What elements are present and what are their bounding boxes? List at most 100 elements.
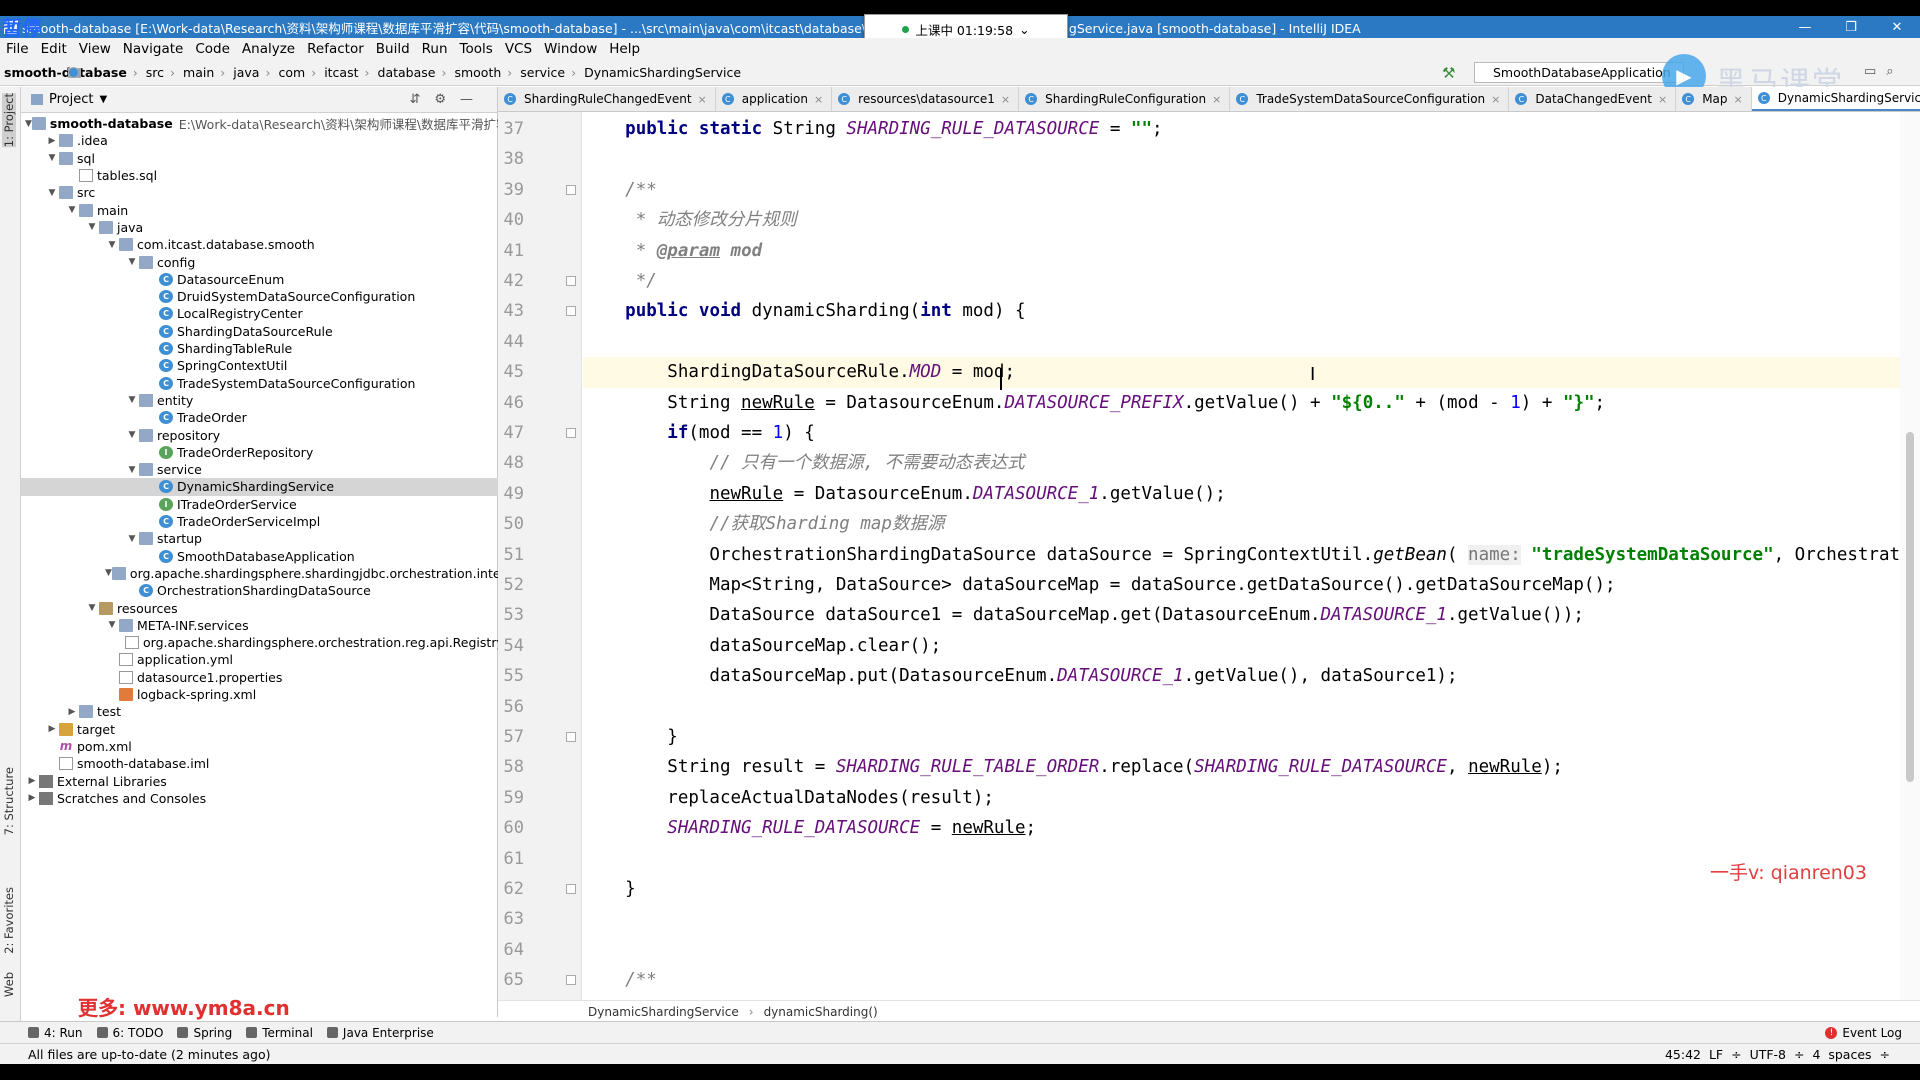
nav-crumb[interactable]: com ›	[68, 65, 320, 80]
tree-item[interactable]: ▶ Scratches and Consoles	[21, 790, 498, 807]
nav-crumb[interactable]: java ›	[68, 65, 274, 80]
code-line[interactable]: public static String SHARDING_RULE_DATAS…	[583, 114, 1162, 144]
expand-arrow-icon[interactable]: ▼	[125, 534, 139, 544]
tab-web[interactable]: Web	[2, 972, 16, 997]
code-line[interactable]: OrchestrationShardingDataSource dataSour…	[583, 540, 1908, 570]
fold-marker-icon[interactable]	[566, 306, 576, 317]
tab-structure[interactable]: 7: Structure	[2, 767, 16, 835]
menu-edit[interactable]: Edit	[35, 41, 73, 57]
nav-crumb[interactable]: smooth ›	[68, 65, 516, 80]
close-tab-icon[interactable]: ×	[1001, 93, 1010, 106]
fold-marker-icon[interactable]	[566, 276, 576, 286]
menu-tools[interactable]: Tools	[454, 41, 499, 57]
editor-tab[interactable]: C ShardingRuleChangedEvent ×	[498, 87, 716, 111]
tree-item[interactable]: ▼ startup	[21, 530, 498, 547]
fold-marker-icon[interactable]	[566, 184, 576, 195]
tree-item[interactable]: C TradeOrderServiceImpl	[21, 513, 498, 530]
expand-arrow-icon[interactable]: ▼	[125, 465, 139, 475]
tree-item[interactable]: ▼ java	[21, 219, 498, 236]
expand-arrow-icon[interactable]: ▼	[45, 188, 59, 198]
project-panel-title[interactable]: Project	[49, 92, 93, 107]
tab-project[interactable]: 1: Project	[2, 93, 16, 148]
nav-crumb[interactable]: service ›	[68, 65, 580, 80]
code-line[interactable]: Map<String, DataSource> dataSourceMap = …	[583, 570, 1615, 600]
tree-item[interactable]: ▼ smooth-database E:\Work-data\Research\资料…	[21, 115, 498, 132]
tree-item[interactable]: I ITradeOrderService	[21, 496, 498, 513]
nav-crumb[interactable]: database ›	[68, 65, 451, 80]
breadcrumb-class[interactable]: DynamicShardingService	[588, 1005, 739, 1019]
tree-item[interactable]: I TradeOrderRepository	[21, 444, 498, 461]
menu-refactor[interactable]: Refactor	[301, 41, 370, 57]
tree-item[interactable]: ▼ org.apache.shardingsphere.shardingjdbc.…	[21, 565, 498, 582]
tree-item[interactable]: application.yml	[21, 651, 498, 668]
run-configuration-select[interactable]: SmoothDatabaseApplication	[1474, 62, 1684, 83]
code-line[interactable]: DataSource dataSource1 = dataSourceMap.g…	[583, 600, 1584, 630]
code-line[interactable]: /**	[583, 965, 657, 995]
tree-item[interactable]: ▶ test	[21, 703, 498, 720]
code-line[interactable]: /**	[583, 175, 657, 205]
close-tab-icon[interactable]: ×	[1734, 93, 1743, 106]
nav-crumb[interactable]: main ›	[68, 65, 229, 80]
tree-item[interactable]: logback-spring.xml	[21, 686, 498, 703]
nav-crumb[interactable]: itcast ›	[68, 65, 373, 80]
code-line[interactable]: String result = SHARDING_RULE_TABLE_ORDE…	[583, 752, 1563, 782]
expand-arrow-icon[interactable]: ▼	[125, 395, 139, 405]
tree-item[interactable]: C SmoothDatabaseApplication	[21, 548, 498, 565]
code-line[interactable]: */	[583, 266, 657, 296]
tool-window--todo[interactable]: 6: TODO	[96, 1026, 163, 1040]
menu-window[interactable]: Window	[538, 41, 603, 57]
line-separator[interactable]: LF ÷	[1709, 1047, 1742, 1062]
menu-file[interactable]: File	[0, 41, 35, 57]
code-line[interactable]: ShardingDataSourceRule.MOD = mod;	[583, 357, 1908, 388]
editor-tab[interactable]: C Map ×	[1676, 87, 1752, 111]
tree-item[interactable]: C TradeSystemDataSourceConfiguration	[21, 375, 498, 392]
close-tab-icon[interactable]: ×	[1212, 93, 1221, 106]
code-line[interactable]: //获取Sharding map数据源	[583, 509, 944, 539]
editor-tab[interactable]: Cresources\datasource1 ×	[832, 87, 1020, 111]
close-tab-icon[interactable]: ×	[1491, 93, 1500, 106]
event-log-button[interactable]: ! Event Log	[1825, 1026, 1902, 1040]
expand-arrow-icon[interactable]: ▼	[105, 568, 112, 578]
expand-arrow-icon[interactable]: ▼	[105, 240, 119, 250]
indent-setting[interactable]: 4 spaces ÷	[1812, 1047, 1890, 1062]
expand-arrow-icon[interactable]: ▼	[65, 205, 79, 215]
tree-item[interactable]: C OrchestrationShardingDataSource	[21, 582, 498, 599]
tree-item[interactable]: ▼ service	[21, 461, 498, 478]
minimize-button[interactable]: —	[1782, 20, 1828, 35]
expand-arrow-icon[interactable]: ▼	[45, 153, 59, 163]
collapse-arrow-icon[interactable]: ▶	[25, 793, 39, 803]
editor-scrollbar[interactable]: ✓	[1900, 112, 1920, 1002]
expand-arrow-icon[interactable]: ▼	[105, 620, 119, 630]
code-line[interactable]: * 动态修改分片规则	[583, 205, 797, 235]
collapse-arrow-icon[interactable]: ▶	[25, 776, 39, 786]
tree-item[interactable]: C SpringContextUtil	[21, 357, 498, 374]
scrollbar-thumb[interactable]	[1906, 432, 1914, 782]
tree-item[interactable]: org.apache.shardingsphere.orchestration.…	[21, 634, 498, 651]
code-line[interactable]: replaceActualDataNodes(result);	[583, 783, 994, 813]
fold-marker-icon[interactable]	[566, 428, 576, 438]
code-line[interactable]: * @param mod	[583, 236, 762, 266]
tree-item[interactable]: smooth-database.iml	[21, 755, 498, 772]
code-line[interactable]: if(mod == 1) {	[583, 418, 815, 448]
tree-item[interactable]: m pom.xml	[21, 738, 498, 755]
code-line[interactable]: dataSourceMap.put(DatasourceEnum.DATASOU…	[583, 661, 1457, 691]
collapse-arrow-icon[interactable]: ▶	[65, 707, 79, 717]
file-encoding[interactable]: UTF-8 ÷	[1750, 1047, 1805, 1062]
code-line[interactable]: dataSourceMap.clear();	[583, 631, 941, 661]
fold-marker-icon[interactable]	[566, 884, 576, 894]
menu-help[interactable]: Help	[603, 41, 646, 57]
expand-arrow-icon[interactable]: ▼	[25, 119, 32, 129]
expand-arrow-icon[interactable]: ▼	[85, 603, 99, 613]
editor-tab[interactable]: C DataChangedEvent ×	[1509, 87, 1677, 111]
tree-item[interactable]: C DruidSystemDataSourceConfiguration	[21, 288, 498, 305]
menu-build[interactable]: Build	[370, 41, 416, 57]
tree-item[interactable]: ▶ target	[21, 721, 498, 738]
close-tab-icon[interactable]: ×	[698, 93, 707, 106]
build-hammer-icon[interactable]: ⚒	[1442, 64, 1455, 82]
code-line[interactable]: SHARDING_RULE_DATASOURCE = newRule;	[583, 813, 1036, 843]
tool-window-java-enterprise[interactable]: Java Enterprise	[326, 1026, 434, 1040]
expand-arrow-icon[interactable]: ▼	[125, 257, 139, 267]
tree-item[interactable]: ▼ src	[21, 184, 498, 201]
menu-navigate[interactable]: Navigate	[117, 41, 190, 57]
tree-item[interactable]: C DynamicShardingService	[21, 478, 498, 496]
